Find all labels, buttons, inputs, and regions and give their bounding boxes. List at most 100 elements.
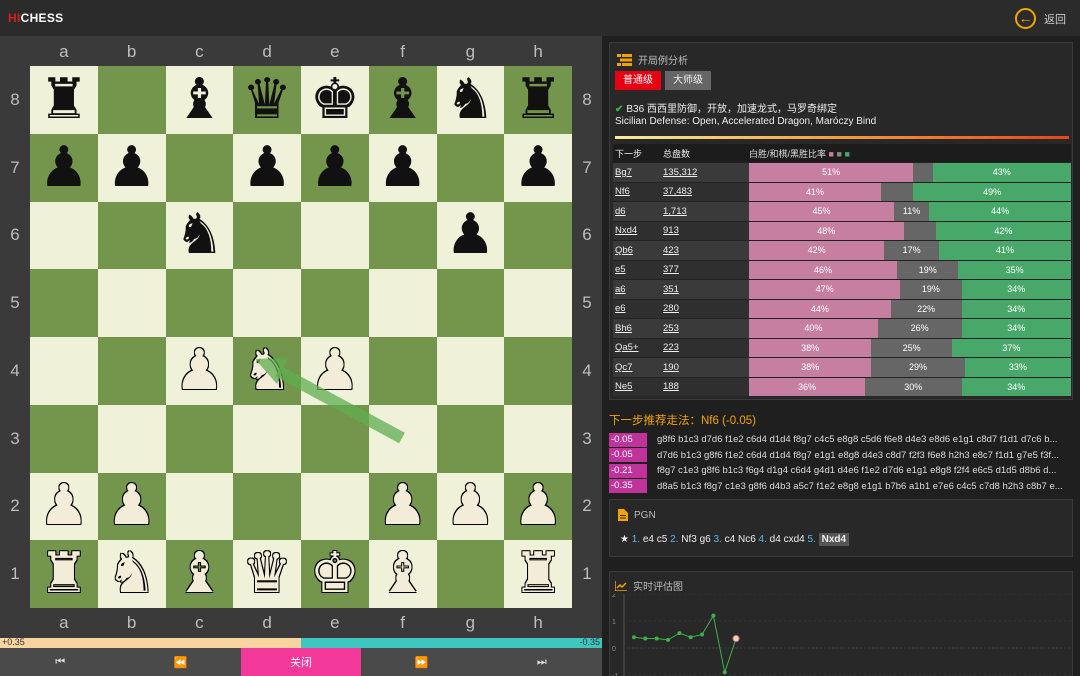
square-f7[interactable]: ♟	[368, 133, 437, 202]
square-a5[interactable]	[30, 269, 98, 337]
engine-line[interactable]: -0.05 d7d6 b1c3 g8f6 f1e2 c6d4 d1d4 f8g7 …	[609, 448, 1079, 464]
table-row[interactable]: Qc7 190 38% 29% 33%	[613, 357, 1071, 377]
square-d1[interactable]: ♛	[233, 540, 301, 608]
square-c2[interactable]	[165, 472, 234, 541]
black-king-icon[interactable]: ♚	[310, 71, 360, 128]
black-pawn-icon[interactable]: ♟	[242, 139, 292, 196]
table-row[interactable]: d6 1,713 45% 11% 44%	[613, 201, 1071, 221]
engine-line[interactable]: -0.05 g8f6 b1c3 d7d6 f1e2 c6d4 d1d4 f8g7 …	[609, 432, 1079, 448]
back-button[interactable]: ← 返回	[1015, 8, 1066, 29]
white-rook-icon[interactable]: ♜	[513, 546, 563, 602]
square-c1[interactable]: ♝	[165, 540, 234, 608]
row-move[interactable]: Ne5	[613, 381, 663, 392]
white-king-icon[interactable]: ♚	[310, 546, 360, 602]
square-h1[interactable]: ♜	[504, 540, 572, 608]
square-c8[interactable]: ♝	[165, 66, 234, 134]
row-move[interactable]: Nf6	[613, 186, 663, 197]
square-a7[interactable]: ♟	[30, 133, 98, 202]
first-move-button[interactable]: ⏮	[0, 648, 120, 676]
pgn-move[interactable]: d4	[770, 534, 781, 545]
square-d2[interactable]	[233, 472, 301, 541]
square-c5[interactable]	[165, 269, 234, 337]
square-b1[interactable]: ♞	[97, 540, 166, 608]
row-move[interactable]: Nxd4	[613, 225, 663, 236]
row-move[interactable]: Bh6	[613, 323, 663, 334]
square-g3[interactable]	[436, 404, 505, 473]
black-pawn-icon[interactable]: ♟	[39, 139, 89, 196]
square-f2[interactable]: ♟	[368, 472, 437, 541]
square-a8[interactable]: ♜	[30, 66, 98, 134]
table-row[interactable]: Nxd4 913 48% 42%	[613, 220, 1071, 240]
black-pawn-icon[interactable]: ♟	[513, 139, 563, 196]
pgn-move[interactable]: e4	[643, 534, 654, 545]
square-g6[interactable]: ♟	[436, 201, 505, 270]
row-move[interactable]: Bg7	[613, 167, 663, 178]
black-pawn-icon[interactable]: ♟	[310, 139, 360, 196]
eval-point[interactable]	[643, 636, 648, 641]
square-f5[interactable]	[368, 269, 437, 337]
square-c6[interactable]: ♞	[165, 201, 234, 270]
square-h4[interactable]	[504, 337, 572, 405]
white-bishop-icon[interactable]: ♝	[378, 546, 428, 602]
engine-line[interactable]: -0.21 f8g7 c1e3 g8f6 b1c3 f6g4 d1g4 c6d4 …	[609, 463, 1079, 479]
square-b4[interactable]	[97, 337, 166, 405]
black-pawn-icon[interactable]: ♟	[107, 139, 157, 196]
square-g4[interactable]	[436, 337, 505, 405]
square-d5[interactable]	[233, 269, 301, 337]
square-g7[interactable]	[436, 133, 505, 202]
black-pawn-icon[interactable]: ♟	[378, 139, 428, 196]
table-row[interactable]: e6 280 44% 22% 34%	[613, 298, 1071, 318]
white-pawn-icon[interactable]: ♟	[445, 478, 495, 534]
pgn-move[interactable]: cxd4	[784, 534, 805, 545]
black-knight-icon[interactable]: ♞	[174, 207, 224, 263]
square-b2[interactable]: ♟	[97, 472, 166, 541]
square-g8[interactable]: ♞	[436, 66, 505, 134]
square-c4[interactable]: ♟	[165, 337, 234, 405]
white-pawn-icon[interactable]: ♟	[107, 478, 157, 534]
square-f3[interactable]	[368, 404, 437, 473]
white-pawn-icon[interactable]: ♟	[513, 478, 563, 534]
row-move[interactable]: Qb6	[613, 245, 663, 256]
pgn-move[interactable]: c5	[657, 534, 668, 545]
table-row[interactable]: Bh6 253 40% 26% 34%	[613, 318, 1071, 338]
close-button[interactable]: 关闭	[240, 648, 362, 676]
white-pawn-icon[interactable]: ♟	[174, 342, 224, 399]
square-h3[interactable]	[504, 404, 572, 473]
square-h5[interactable]	[504, 269, 572, 337]
eval-point[interactable]	[700, 632, 705, 637]
eval-point[interactable]	[732, 635, 740, 643]
square-e2[interactable]	[301, 472, 369, 541]
black-rook-icon[interactable]: ♜	[39, 71, 89, 128]
black-pawn-icon[interactable]: ♟	[445, 207, 495, 263]
square-b7[interactable]: ♟	[97, 133, 166, 202]
square-d3[interactable]	[233, 404, 301, 473]
pgn-move[interactable]: Nf3	[681, 534, 697, 545]
eval-point[interactable]	[654, 636, 659, 641]
eval-point[interactable]	[666, 637, 671, 642]
row-move[interactable]: Qc7	[613, 362, 663, 373]
white-knight-icon[interactable]: ♞	[242, 342, 292, 399]
square-d6[interactable]	[233, 201, 301, 270]
square-b5[interactable]	[97, 269, 166, 337]
white-pawn-icon[interactable]: ♟	[39, 478, 89, 534]
square-e8[interactable]: ♚	[301, 66, 369, 134]
table-row[interactable]: Qa5+ 223 38% 25% 37%	[613, 337, 1071, 357]
eval-point[interactable]	[632, 635, 636, 640]
square-d7[interactable]: ♟	[233, 133, 301, 202]
table-row[interactable]: Bg7 135,312 51% 43%	[613, 162, 1071, 182]
white-pawn-icon[interactable]: ♟	[378, 478, 428, 534]
black-bishop-icon[interactable]: ♝	[378, 71, 428, 128]
logo[interactable]: HICHESS	[8, 11, 63, 25]
chess-board[interactable]: ♜ ♝ ♛ ♚ ♝ ♞ ♜ ♟ ♟ ♟ ♟ ♟ ♟ ♞ ♟ ♟ ♞ ♟ ♟ ♟ ♟ ♟ ♟ ♜ ♞ ♝ ♛ ♚ ♝ ♜	[30, 66, 572, 608]
square-e6[interactable]	[301, 201, 369, 270]
square-c7[interactable]	[165, 133, 234, 202]
black-queen-icon[interactable]: ♛	[242, 71, 292, 128]
white-knight-icon[interactable]: ♞	[107, 546, 157, 602]
square-e7[interactable]: ♟	[301, 133, 369, 202]
square-a1[interactable]: ♜	[30, 540, 98, 608]
eval-point[interactable]	[688, 635, 693, 640]
pgn-move[interactable]: Nc6	[738, 534, 756, 545]
square-g2[interactable]: ♟	[436, 472, 505, 541]
row-move[interactable]: e5	[613, 264, 663, 275]
white-bishop-icon[interactable]: ♝	[174, 546, 224, 602]
